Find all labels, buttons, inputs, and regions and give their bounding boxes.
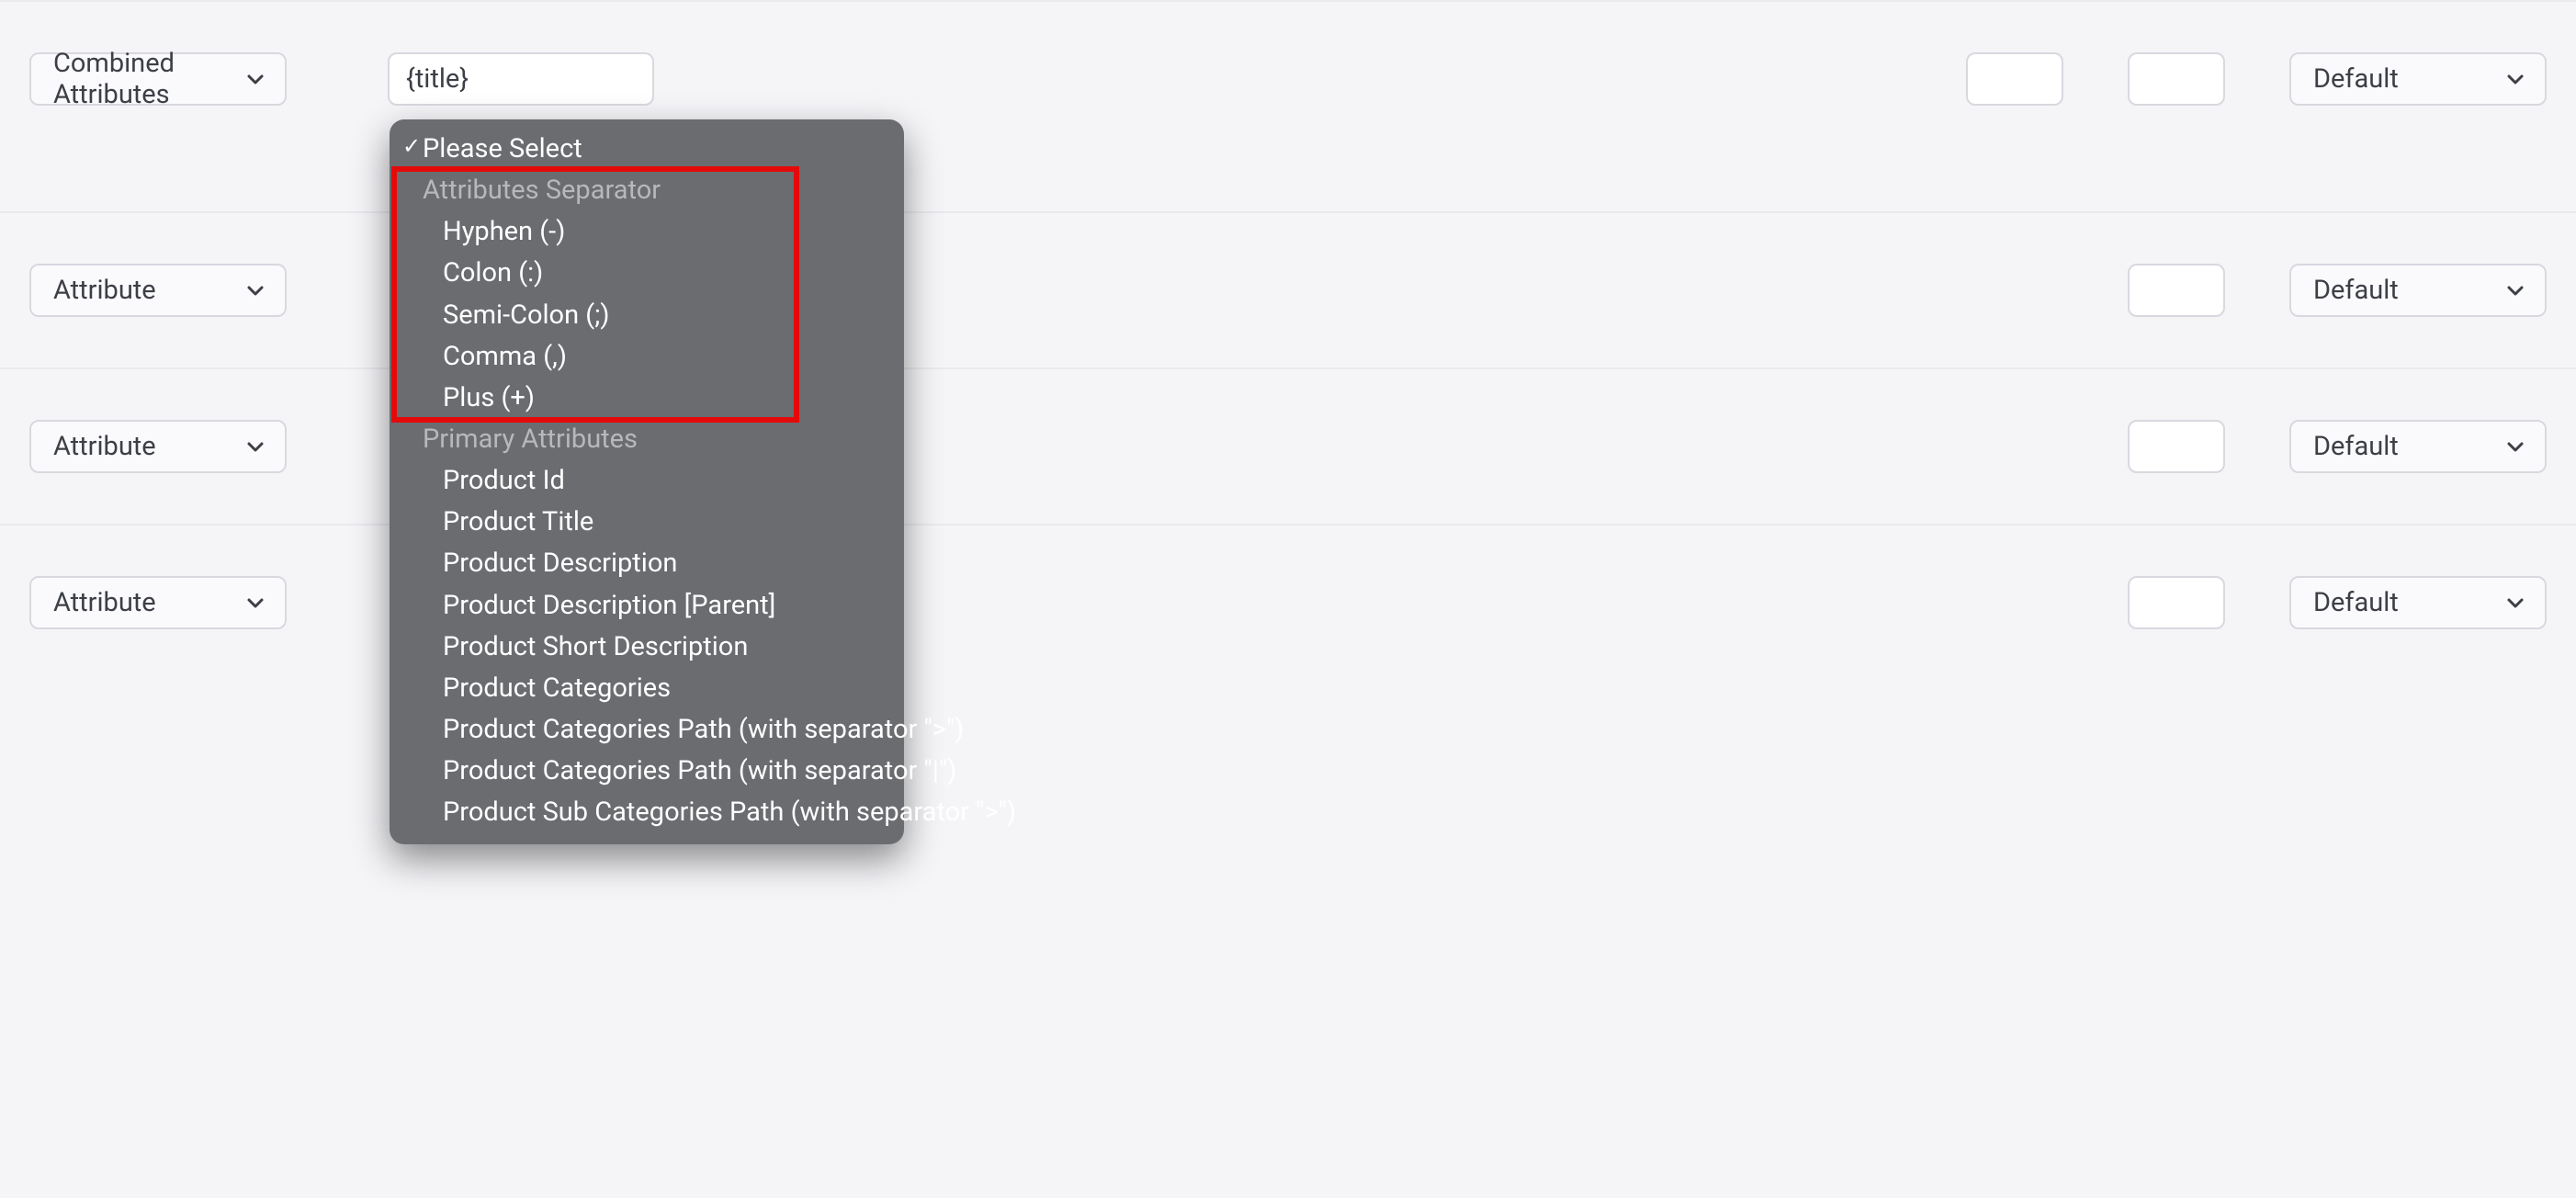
dropdown-option-selected[interactable]: Please Select bbox=[401, 129, 893, 170]
dropdown-option[interactable]: Product Short Description bbox=[401, 627, 893, 668]
dropdown-group-label: Primary Attributes bbox=[401, 419, 893, 460]
mapping-row-2: Attribute Default bbox=[0, 367, 2576, 524]
dropdown-option[interactable]: Hyphen (-) bbox=[401, 211, 893, 253]
small-input-a[interactable] bbox=[1966, 52, 2063, 106]
chevron-down-icon bbox=[2504, 279, 2526, 301]
attribute-type-select[interactable]: Combined Attributes bbox=[29, 52, 287, 106]
small-input-b[interactable] bbox=[2128, 576, 2225, 629]
output-format-select[interactable]: Default bbox=[2289, 52, 2547, 106]
chevron-down-icon bbox=[244, 279, 266, 301]
dropdown-option[interactable]: Product Categories Path (with separator … bbox=[401, 709, 893, 751]
output-format-label: Default bbox=[2313, 431, 2399, 462]
dropdown-option[interactable]: Colon (:) bbox=[401, 253, 893, 294]
dropdown-option[interactable]: Plus (+) bbox=[401, 378, 893, 419]
chevron-down-icon bbox=[2504, 435, 2526, 458]
attribute-type-select[interactable]: Attribute bbox=[29, 420, 287, 473]
output-format-label: Default bbox=[2313, 275, 2399, 306]
mapping-row-3: Attribute Default bbox=[0, 524, 2576, 680]
mapping-row-0: Combined Attributes {title} Default bbox=[0, 0, 2576, 211]
dropdown-option[interactable]: Comma (,) bbox=[401, 336, 893, 378]
dropdown-option[interactable]: Product Categories bbox=[401, 668, 893, 709]
dropdown-option[interactable]: Product Title bbox=[401, 502, 893, 543]
output-format-label: Default bbox=[2313, 63, 2399, 95]
dropdown-option[interactable]: Semi-Colon (;) bbox=[401, 295, 893, 336]
mapping-row-1: Attribute Default bbox=[0, 211, 2576, 367]
chevron-down-icon bbox=[244, 68, 266, 90]
attribute-type-label: Attribute bbox=[53, 587, 156, 618]
dropdown-option[interactable]: Product Description bbox=[401, 543, 893, 584]
output-format-select[interactable]: Default bbox=[2289, 576, 2547, 629]
value-text: {title} bbox=[406, 63, 469, 95]
page: Combined Attributes {title} Default Attr… bbox=[0, 0, 2576, 680]
chevron-down-icon bbox=[244, 435, 266, 458]
output-format-select[interactable]: Default bbox=[2289, 264, 2547, 317]
attribute-dropdown-popup[interactable]: Please SelectAttributes SeparatorHyphen … bbox=[390, 119, 904, 844]
output-format-select[interactable]: Default bbox=[2289, 420, 2547, 473]
value-input[interactable]: {title} bbox=[388, 52, 654, 106]
small-input-b[interactable] bbox=[2128, 264, 2225, 317]
chevron-down-icon bbox=[2504, 68, 2526, 90]
attribute-type-label: Attribute bbox=[53, 275, 156, 306]
small-input-b[interactable] bbox=[2128, 52, 2225, 106]
small-input-b[interactable] bbox=[2128, 420, 2225, 473]
chevron-down-icon bbox=[244, 592, 266, 614]
output-format-label: Default bbox=[2313, 587, 2399, 618]
attribute-type-select[interactable]: Attribute bbox=[29, 264, 287, 317]
dropdown-group-label: Attributes Separator bbox=[401, 170, 893, 211]
chevron-down-icon bbox=[2504, 592, 2526, 614]
attribute-type-select[interactable]: Attribute bbox=[29, 576, 287, 629]
attribute-type-label: Combined Attributes bbox=[53, 48, 244, 110]
dropdown-option[interactable]: Product Id bbox=[401, 460, 893, 502]
dropdown-option[interactable]: Product Sub Categories Path (with separa… bbox=[401, 792, 893, 833]
dropdown-option[interactable]: Product Categories Path (with separator … bbox=[401, 751, 893, 792]
dropdown-option[interactable]: Product Description [Parent] bbox=[401, 585, 893, 627]
attribute-type-label: Attribute bbox=[53, 431, 156, 462]
